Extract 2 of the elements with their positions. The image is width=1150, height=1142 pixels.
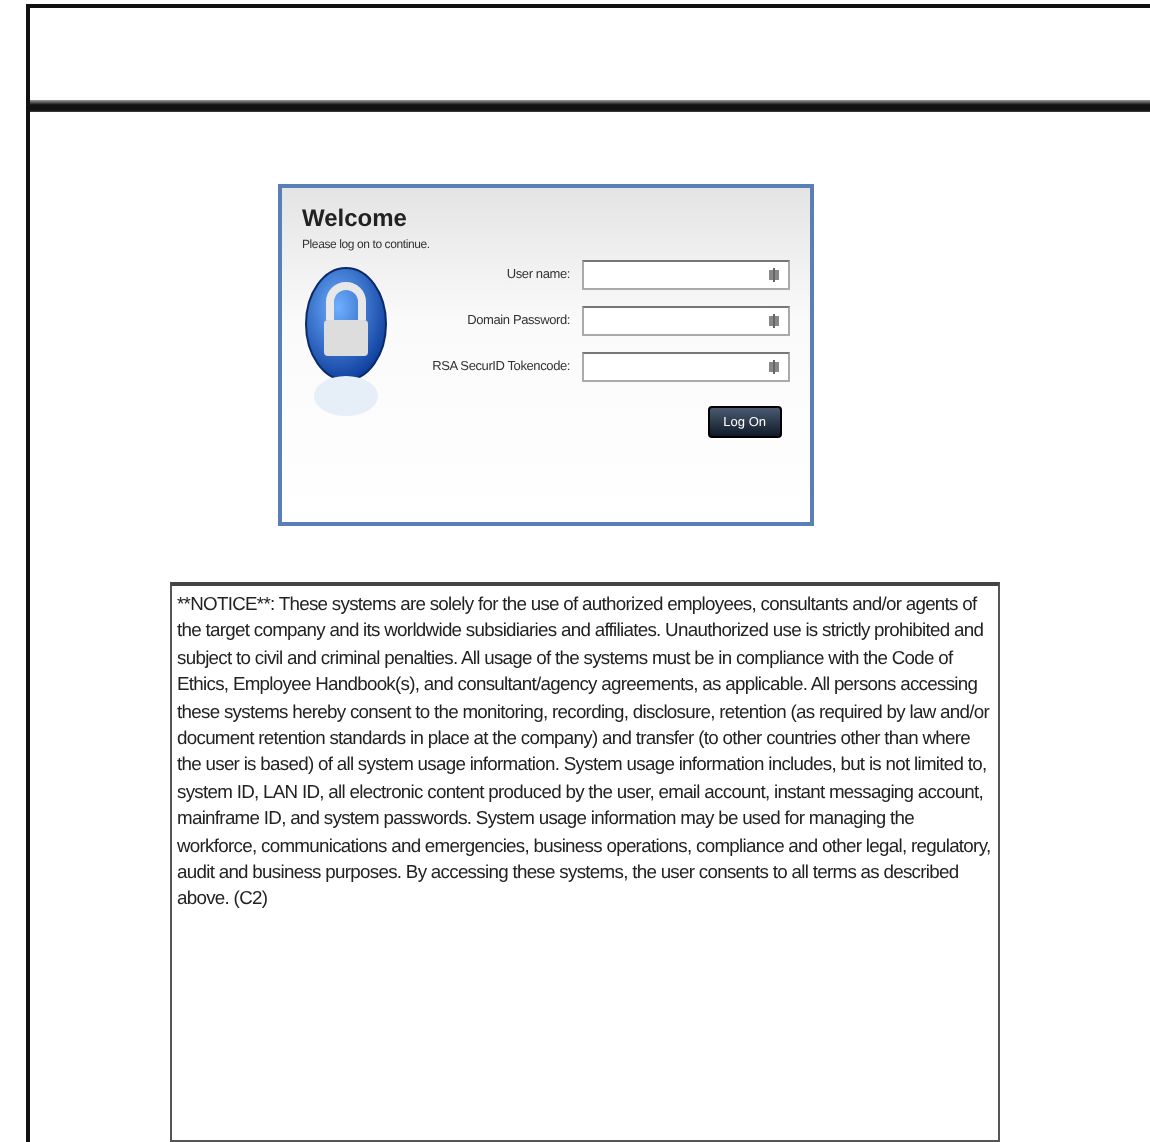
notice-text: **NOTICE**: These systems are solely for the use of authorized employees, consultants and/or agents of the target company and its worldwide subsidiaries and affiliates. Unauthorized use is strictly prohibited and subject to civil and criminal penalties. All usage of the systems must be in compliance with the Code of Ethics, Employee Handbook(s), and consultant/agency agreements, as applicable. All persons accessing these systems hereby consent to the monitoring, recording, disclosure, retention (as required by law and/or document retention standards in place at the company) and transfer (to other countries other than where the user is based) of all system usage information. System usage information includes, but is not limited to, system ID, LAN ID, all electronic content produced by the user, email account, instant messaging account, mainframe ID, and system passwords. System usage information may be used for managing the workforce, communications and emergencies, business operations, compliance and other legal, regulatory, audit and business purposes. By accessing these systems, the user consents to all terms as described above. (C2) bbox=[169, 582, 999, 1142]
welcome-title: Welcome bbox=[302, 204, 409, 232]
